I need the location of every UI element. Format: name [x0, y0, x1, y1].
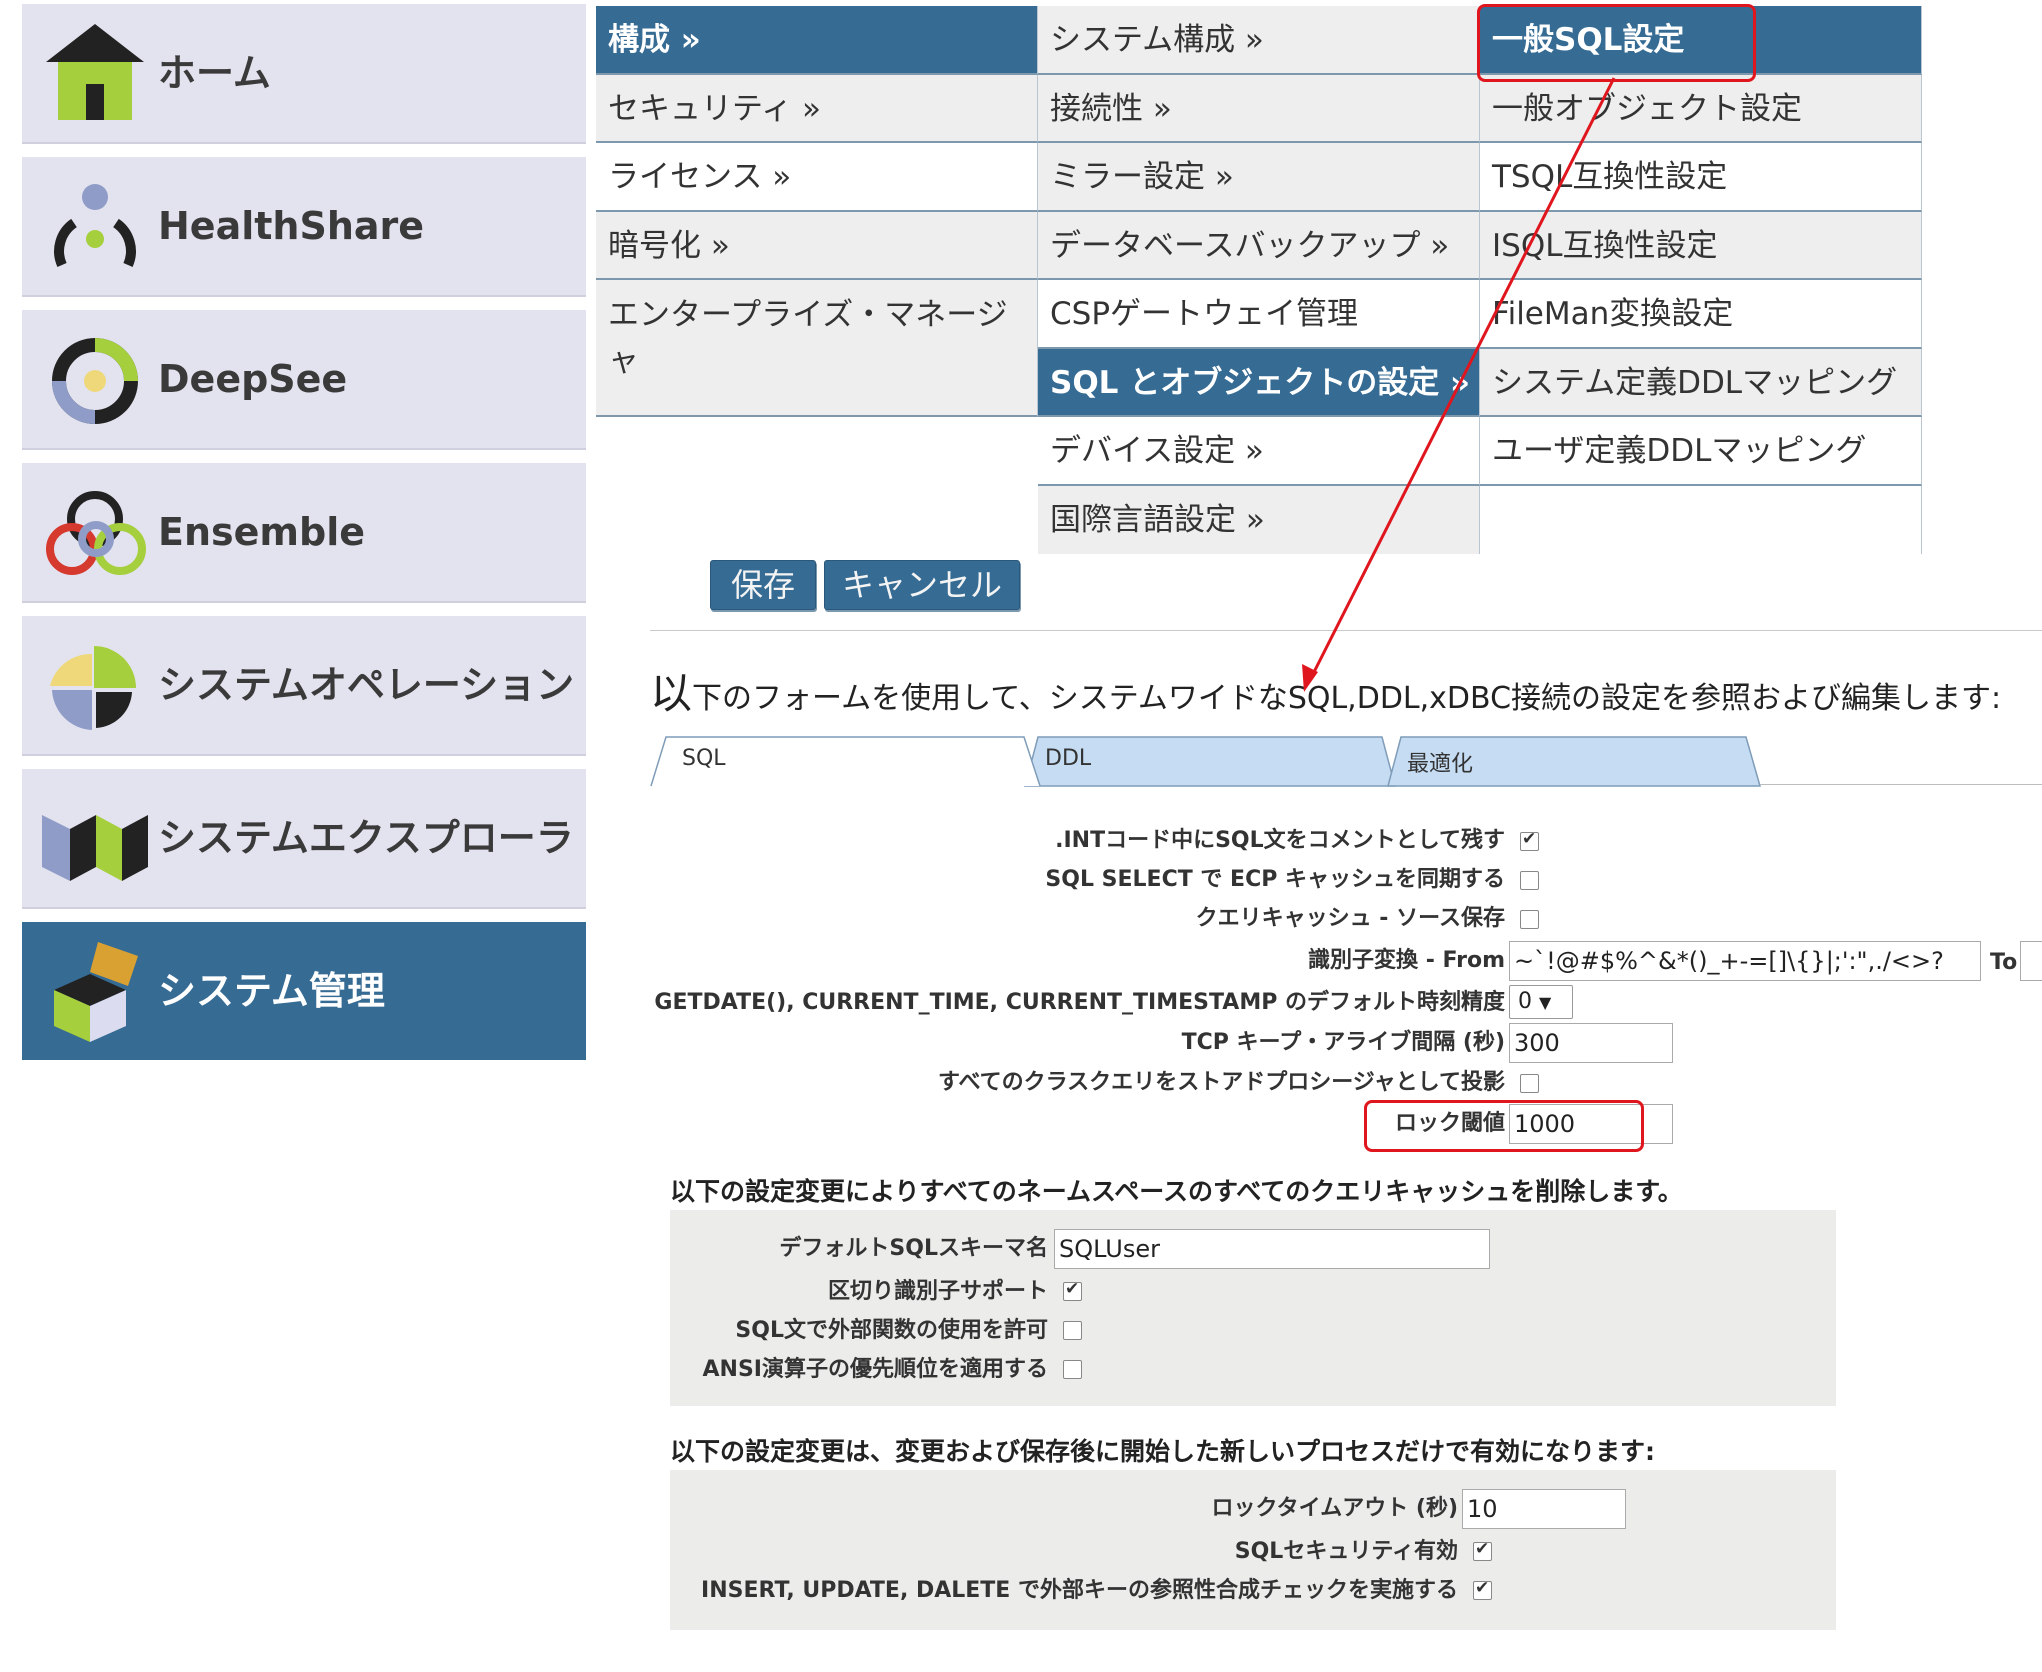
menu-item-sql-object-settings[interactable]: SQL とオブジェクトの設定 » [1038, 348, 1480, 417]
foreign-key-check-checkbox[interactable] [1473, 1578, 1492, 1600]
launcher-panel: ホーム HealthShare DeepSee Ensemble システムオペレ… [22, 4, 586, 1075]
sql-security-checkbox[interactable] [1473, 1539, 1492, 1561]
delimited-id-label: 区切り識別子サポート [827, 1279, 1048, 1304]
lock-timeout-input[interactable]: 10 [1462, 1489, 1626, 1529]
menu-item-encryption[interactable]: 暗号化 » [596, 211, 1038, 280]
menu-item-national-language[interactable]: 国際言語設定 » [1038, 485, 1480, 554]
precision-select[interactable]: 0 ▼ [1509, 985, 1573, 1019]
annotation-highlight-general-sql [1477, 4, 1756, 82]
menu-item-tsql[interactable]: TSQL互換性設定 [1480, 143, 1922, 212]
menu-item-config[interactable]: 構成 » [596, 6, 1038, 75]
cache-source-label: クエリキャッシュ - ソース保存 [1195, 906, 1505, 931]
purge-section-heading: 以下の設定変更によりすべてのネームスペースのすべてのクエリキャッシュを削除します… [670, 1177, 1683, 1206]
menu-item-mirror[interactable]: ミラー設定 » [1038, 143, 1480, 212]
system-admin-icon [54, 942, 138, 1042]
launcher-label: DeepSee [158, 357, 348, 401]
process-section-heading: 以下の設定変更は、変更および保存後に開始した新しいプロセスだけで有効になります: [670, 1437, 1656, 1466]
launcher-system-explorer[interactable]: システムエクスプローラ [22, 769, 586, 907]
menu-item-device[interactable]: デバイス設定 » [1038, 417, 1480, 486]
launcher-system-operation[interactable]: システムオペレーション [22, 616, 586, 754]
ecp-sync-checkbox[interactable] [1520, 871, 1539, 890]
menu-item-system-config[interactable]: システム構成 » [1038, 6, 1480, 75]
foreign-key-check-label: INSERT, UPDATE, DALETE で外部キーの参照性合成チェックを実… [701, 1578, 1458, 1603]
healthshare-icon [54, 184, 136, 268]
menu-item-enterprise-manager[interactable]: エンタープライズ・マネージャ [596, 280, 1038, 417]
external-functions-label: SQL文で外部関数の使用を許可 [735, 1318, 1048, 1343]
delimited-id-checkbox[interactable] [1063, 1279, 1082, 1301]
tab-ddl[interactable]: DDL [1045, 746, 1091, 771]
launcher-label: ホーム [158, 51, 271, 95]
ensemble-icon [46, 491, 146, 575]
chevron-down-icon: ▼ [1539, 993, 1552, 1012]
menu-item-general-object[interactable]: 一般オブジェクト設定 [1480, 74, 1922, 143]
menu-empty-cell [1480, 485, 1922, 554]
launcher-label: システムエクスプローラ [158, 816, 574, 860]
default-schema-input[interactable]: SQLUser [1054, 1229, 1490, 1269]
launcher-ensemble[interactable]: Ensemble [22, 463, 586, 601]
system-operation-icon [50, 646, 136, 730]
ecp-sync-label: SQL SELECT で ECP キャッシュを同期する [1045, 867, 1505, 892]
default-schema-label: デフォルトSQLスキーマ名 [779, 1236, 1048, 1261]
project-procedure-label: すべてのクラスクエリをストアドプロシージャとして投影 [938, 1070, 1505, 1095]
annotation-highlight-lock-threshold [1364, 1100, 1644, 1152]
launcher-deepsee[interactable]: DeepSee [22, 310, 586, 448]
launcher-label: Ensemble [158, 510, 365, 554]
menu-item-csp-gateway[interactable]: CSPゲートウェイ管理 [1038, 280, 1480, 349]
description-initial: 以 [650, 669, 693, 718]
menu-item-connectivity[interactable]: 接続性 » [1038, 74, 1480, 143]
menu-item-isql[interactable]: ISQL互換性設定 [1480, 211, 1922, 280]
ident-to-label: To [1990, 950, 2018, 975]
cancel-button[interactable]: キャンセル [824, 560, 1020, 610]
menu-item-db-backup[interactable]: データベースバックアップ » [1038, 211, 1480, 280]
divider [1760, 784, 2042, 785]
ident-from-input[interactable]: ~`!@#$%^&*()_+-=[]\{}|;':",./<>? [1509, 941, 1981, 981]
cache-source-checkbox[interactable] [1520, 910, 1539, 929]
precision-value: 0 [1518, 989, 1532, 1014]
page-description: 以下のフォームを使用して、システムワイドなSQL,DDL,xDBC接続の設定を参… [650, 660, 2001, 721]
system-explorer-icon [42, 815, 148, 881]
ident-to-input[interactable] [2020, 941, 2042, 981]
tab-optimization[interactable]: 最適化 [1407, 746, 1473, 778]
precision-label: GETDATE(), CURRENT_TIME, CURRENT_TIMESTA… [654, 990, 1505, 1015]
save-button[interactable]: 保存 [710, 560, 816, 610]
sql-security-label: SQLセキュリティ有効 [1234, 1539, 1458, 1564]
tcp-keepalive-label: TCP キープ・アライブ間隔 (秒) [1181, 1030, 1505, 1055]
project-procedure-checkbox[interactable] [1520, 1074, 1539, 1093]
external-functions-checkbox[interactable] [1063, 1321, 1082, 1340]
deepsee-icon [52, 338, 138, 424]
launcher-label: システム管理 [158, 969, 385, 1013]
menu-item-license[interactable]: ライセンス » [596, 143, 1038, 212]
int-comment-checkbox[interactable] [1520, 829, 1539, 851]
menu-item-fileman[interactable]: FileMan変換設定 [1480, 280, 1922, 349]
divider [650, 630, 2042, 631]
tab-bar [650, 736, 1761, 787]
tcp-keepalive-input[interactable]: 300 [1509, 1023, 1673, 1063]
config-menu: 構成 » システム構成 » 一般SQL設定 セキュリティ » 接続性 » 一般オ… [596, 6, 1922, 554]
home-icon [46, 24, 144, 120]
lock-timeout-label: ロックタイムアウト (秒) [1211, 1496, 1458, 1521]
launcher-home[interactable]: ホーム [22, 4, 586, 142]
launcher-healthshare[interactable]: HealthShare [22, 157, 586, 295]
tab-sql[interactable]: SQL [682, 746, 726, 771]
launcher-label: HealthShare [158, 204, 425, 248]
ansi-precedence-checkbox[interactable] [1063, 1360, 1082, 1379]
menu-item-security[interactable]: セキュリティ » [596, 74, 1038, 143]
description-text: 下のフォームを使用して、システムワイドなSQL,DDL,xDBC接続の設定を参照… [692, 681, 2002, 716]
ident-from-label: 識別子変換 - From [1308, 948, 1505, 973]
menu-item-user-ddl[interactable]: ユーザ定義DDLマッピング [1480, 417, 1922, 486]
menu-item-system-ddl[interactable]: システム定義DDLマッピング [1480, 348, 1922, 417]
launcher-system-admin[interactable]: システム管理 [22, 922, 586, 1060]
menu-empty-cell [596, 417, 1038, 554]
int-comment-label: .INTコード中にSQL文をコメントとして残す [1055, 828, 1505, 853]
ansi-precedence-label: ANSI演算子の優先順位を適用する [702, 1357, 1048, 1382]
launcher-label: システムオペレーション [158, 663, 575, 707]
